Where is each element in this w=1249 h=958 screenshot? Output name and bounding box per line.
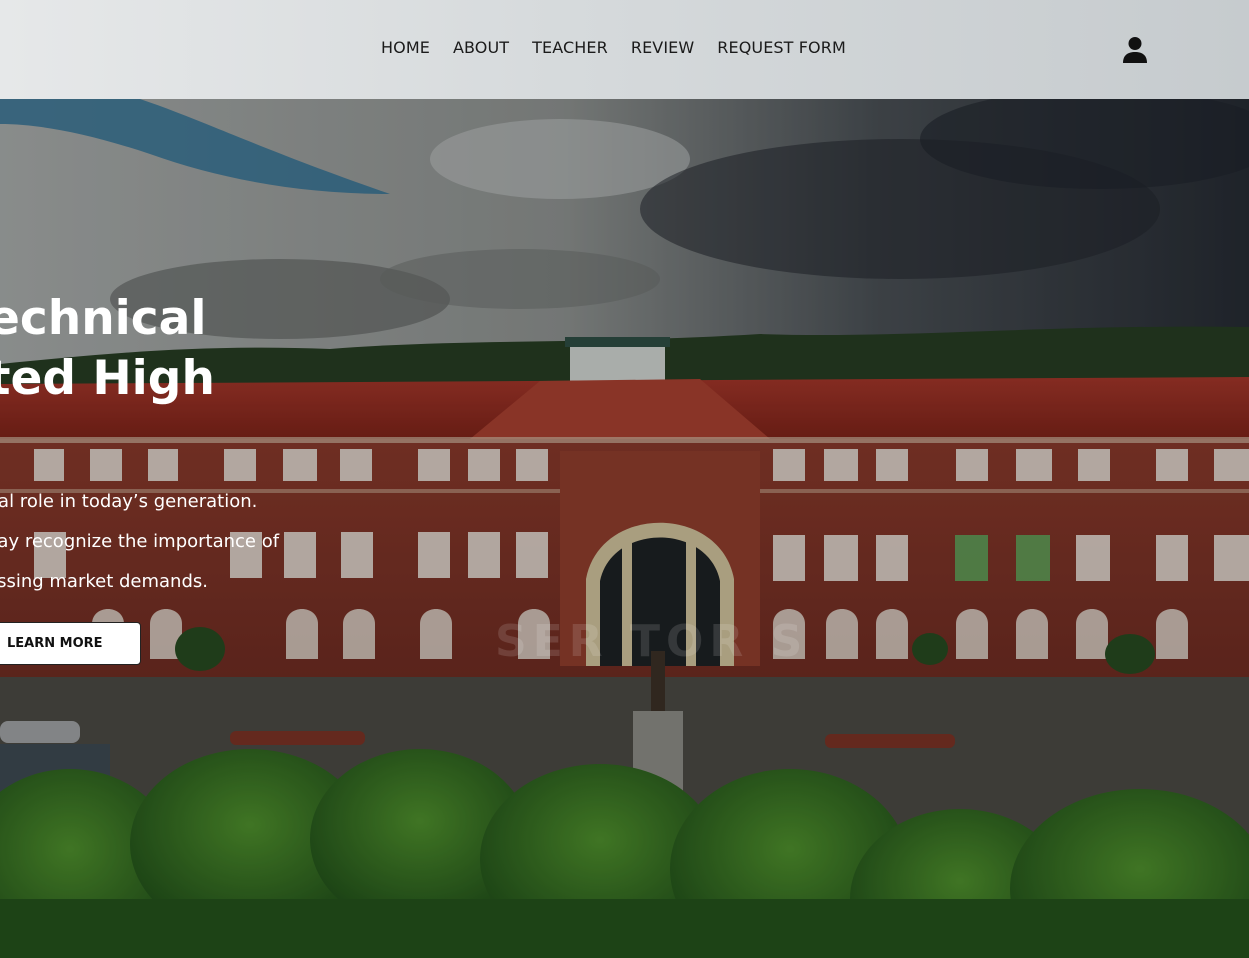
hero-description: ital role in today’s generation. day rec… [0, 482, 279, 602]
user-icon[interactable] [1122, 36, 1148, 64]
hero-title-line-1: echnical [0, 291, 207, 346]
hero-description-line-1: ital role in today’s generation. [0, 491, 258, 512]
hero-section: SER TOR S echnical ted High ital role in… [0, 99, 1249, 958]
hero-title-line-2: ted High [0, 351, 215, 406]
hero-watermark-text: SER TOR S [495, 616, 809, 667]
main-nav: HOME ABOUT TEACHER REVIEW REQUEST FORM [381, 38, 846, 57]
nav-about-link[interactable]: ABOUT [453, 38, 509, 57]
hero-description-line-3: essing market demands. [0, 571, 208, 592]
hero-description-line-2: day recognize the importance of [0, 531, 280, 552]
nav-review-link[interactable]: REVIEW [631, 38, 694, 57]
hero-title: echnical ted High [0, 289, 215, 409]
nav-teacher-link[interactable]: TEACHER [532, 38, 608, 57]
nav-request-form-link[interactable]: REQUEST FORM [717, 38, 846, 57]
top-navbar: HOME ABOUT TEACHER REVIEW REQUEST FORM [0, 0, 1249, 99]
nav-home-link[interactable]: HOME [381, 38, 430, 57]
learn-more-button[interactable]: LEARN MORE [0, 622, 141, 665]
